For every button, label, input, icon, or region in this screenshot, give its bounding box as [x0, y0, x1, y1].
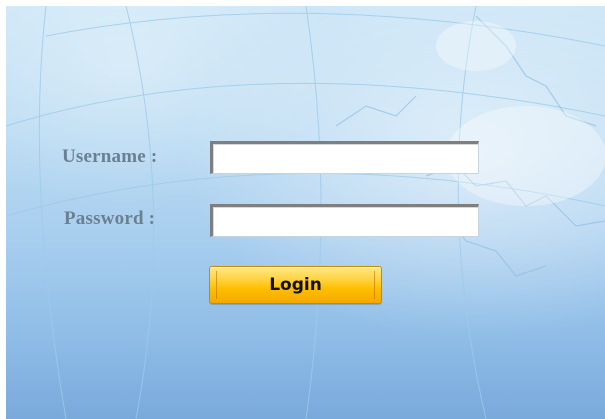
username-input[interactable]	[210, 141, 479, 174]
login-button[interactable]: Login	[209, 266, 382, 304]
password-label: Password :	[64, 208, 156, 229]
username-label: Username :	[62, 146, 158, 167]
login-panel: Username : Password : Login	[6, 6, 605, 419]
password-input[interactable]	[210, 204, 479, 237]
